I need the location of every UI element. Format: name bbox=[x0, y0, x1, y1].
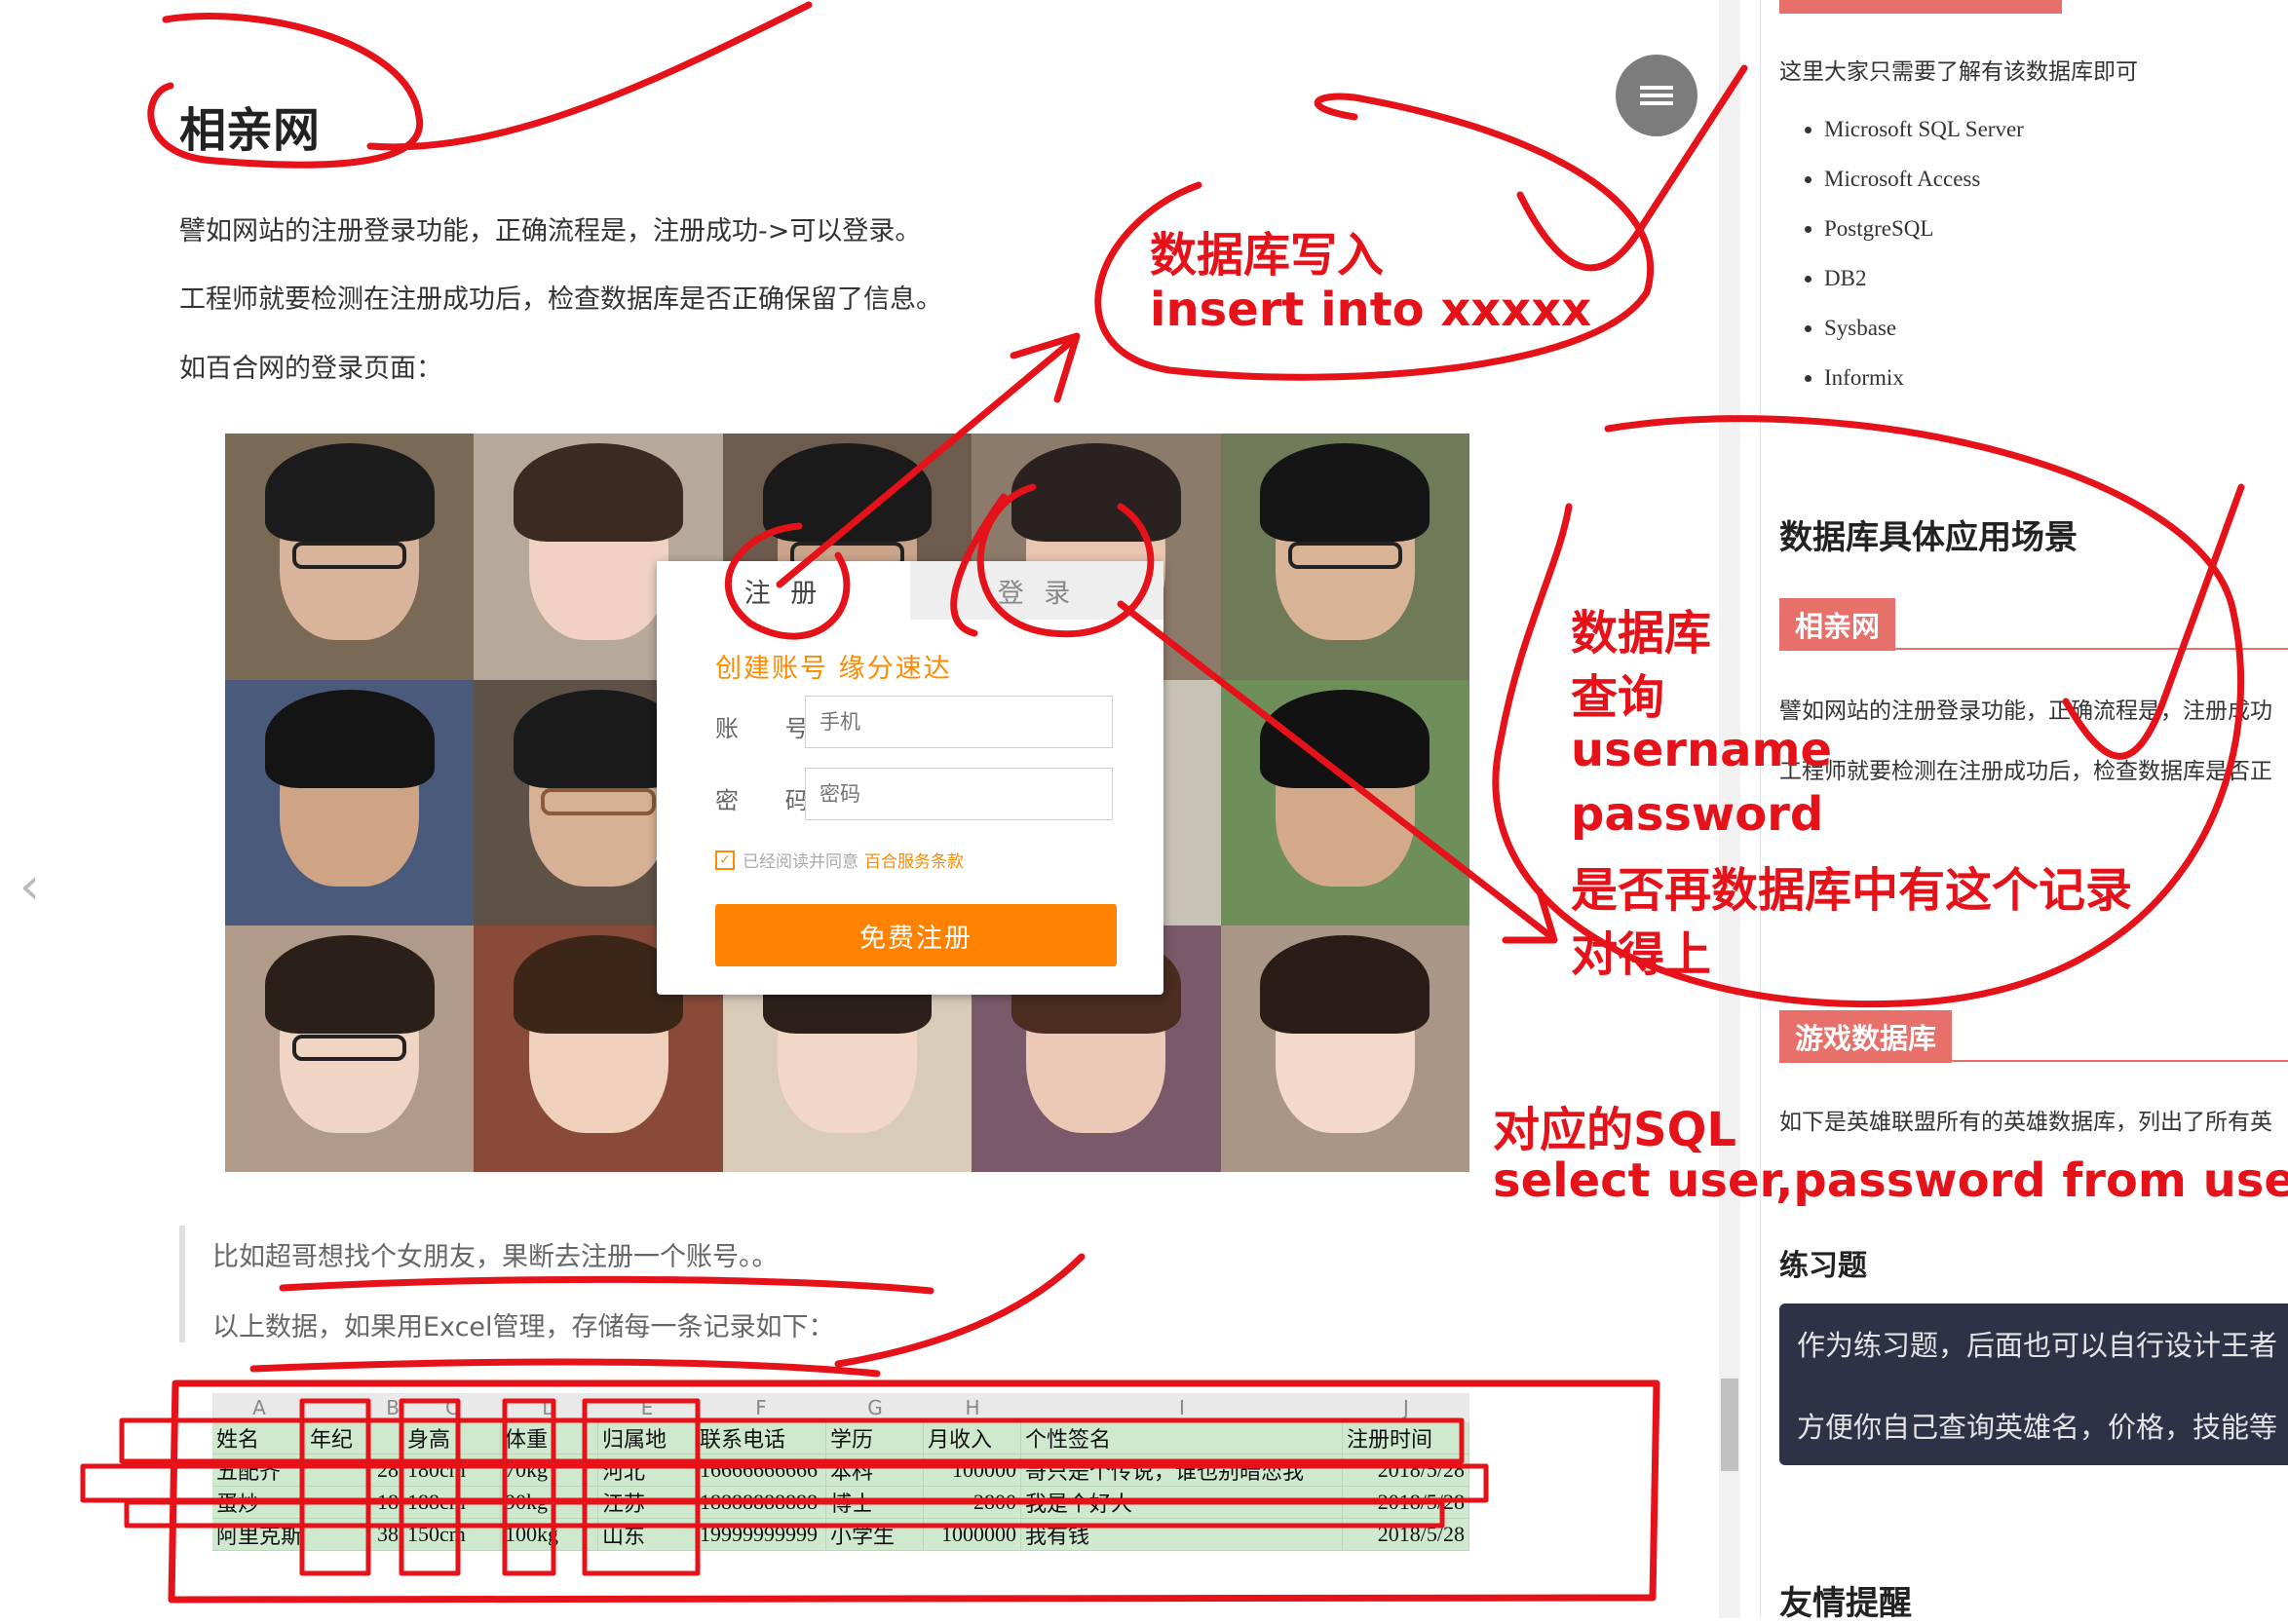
annotation-password: password bbox=[1571, 787, 1824, 842]
annotation-stroke bbox=[502, 1398, 556, 1576]
annotation-stroke bbox=[249, 1358, 881, 1378]
annotation-stroke bbox=[279, 1275, 934, 1295]
annotation-sql-label: 对应的SQL bbox=[1493, 1103, 1736, 1157]
annotation-stroke bbox=[582, 1398, 701, 1576]
annotation-stroke bbox=[2062, 483, 2245, 760]
annotation-stroke bbox=[147, 13, 424, 169]
annotation-stroke bbox=[834, 1253, 1086, 1368]
annotation-db-query-2: 查询 bbox=[1571, 670, 1665, 725]
annotation-check-record: 是否再数据库中有这个记录 bbox=[1571, 863, 2133, 918]
annotation-db-query-1: 数据库 bbox=[1571, 606, 1712, 661]
annotation-db-write: 数据库写入 bbox=[1150, 228, 1385, 283]
annotation-username: username bbox=[1571, 723, 1833, 777]
annotation-match: 对得上 bbox=[1571, 927, 1712, 982]
annotation-select-sql: select user,password from user; bbox=[1493, 1153, 2288, 1208]
annotation-stroke bbox=[1516, 64, 1748, 272]
annotation-stroke bbox=[119, 1417, 1465, 1464]
annotation-stroke bbox=[776, 337, 1076, 588]
annotation-stroke bbox=[168, 1379, 1660, 1604]
annotation-stroke bbox=[299, 1398, 371, 1576]
annotation-ink-layer bbox=[80, 1, 2245, 1604]
annotation-stroke bbox=[1117, 600, 1553, 939]
annotation-stroke bbox=[399, 1398, 461, 1576]
annotation-insert-sql: insert into xxxxx bbox=[1150, 283, 1592, 337]
annotation-stroke bbox=[80, 1463, 1489, 1503]
annotation-stroke bbox=[124, 1499, 1445, 1529]
annotation-stroke bbox=[366, 1, 813, 151]
annotation-stroke bbox=[976, 483, 1155, 638]
